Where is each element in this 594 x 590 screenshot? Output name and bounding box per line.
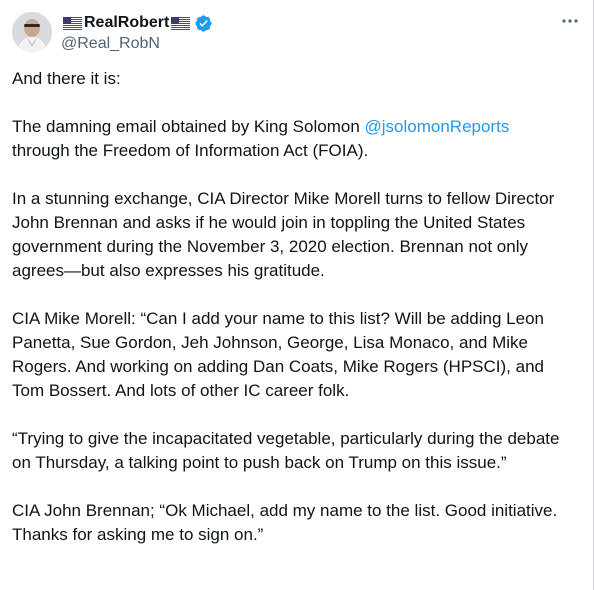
display-name[interactable]: RealRobert (84, 14, 169, 32)
author-handle[interactable]: @Real_RobN (61, 34, 213, 54)
tweet-paragraph: The damning email obtained by King Solom… (12, 115, 572, 163)
tweet-text: And there it is: The damning email obtai… (12, 67, 572, 571)
tweet-paragraph: CIA John Brennan; “Ok Michael, add my na… (12, 501, 558, 544)
tweet-paragraph: CIA Mike Morell: “Can I add your name to… (12, 309, 544, 400)
more-options-icon[interactable] (559, 10, 581, 32)
tweet-paragraph: And there it is: (12, 69, 121, 88)
us-flag-icon (63, 16, 82, 30)
tweet-paragraph: In a stunning exchange, CIA Director Mik… (12, 189, 555, 280)
us-flag-icon (171, 16, 191, 30)
verified-badge-icon[interactable] (194, 14, 213, 33)
avatar[interactable] (12, 12, 52, 52)
tweet-paragraph: “Trying to give the incapacitated vegeta… (12, 429, 560, 472)
tweet-card: RealRobert @Real_RobN And there it is: T… (0, 0, 594, 590)
mention-link[interactable]: @jsolomonReports (365, 117, 510, 136)
tweet-text-segment: The damning email obtained by King Solom… (12, 117, 365, 136)
display-name-row[interactable]: RealRobert (61, 13, 213, 33)
tweet-text-segment: through the Freedom of Information Act (… (12, 141, 369, 160)
author-names: RealRobert @Real_RobN (61, 13, 213, 54)
tweet-header: RealRobert @Real_RobN (12, 12, 581, 56)
